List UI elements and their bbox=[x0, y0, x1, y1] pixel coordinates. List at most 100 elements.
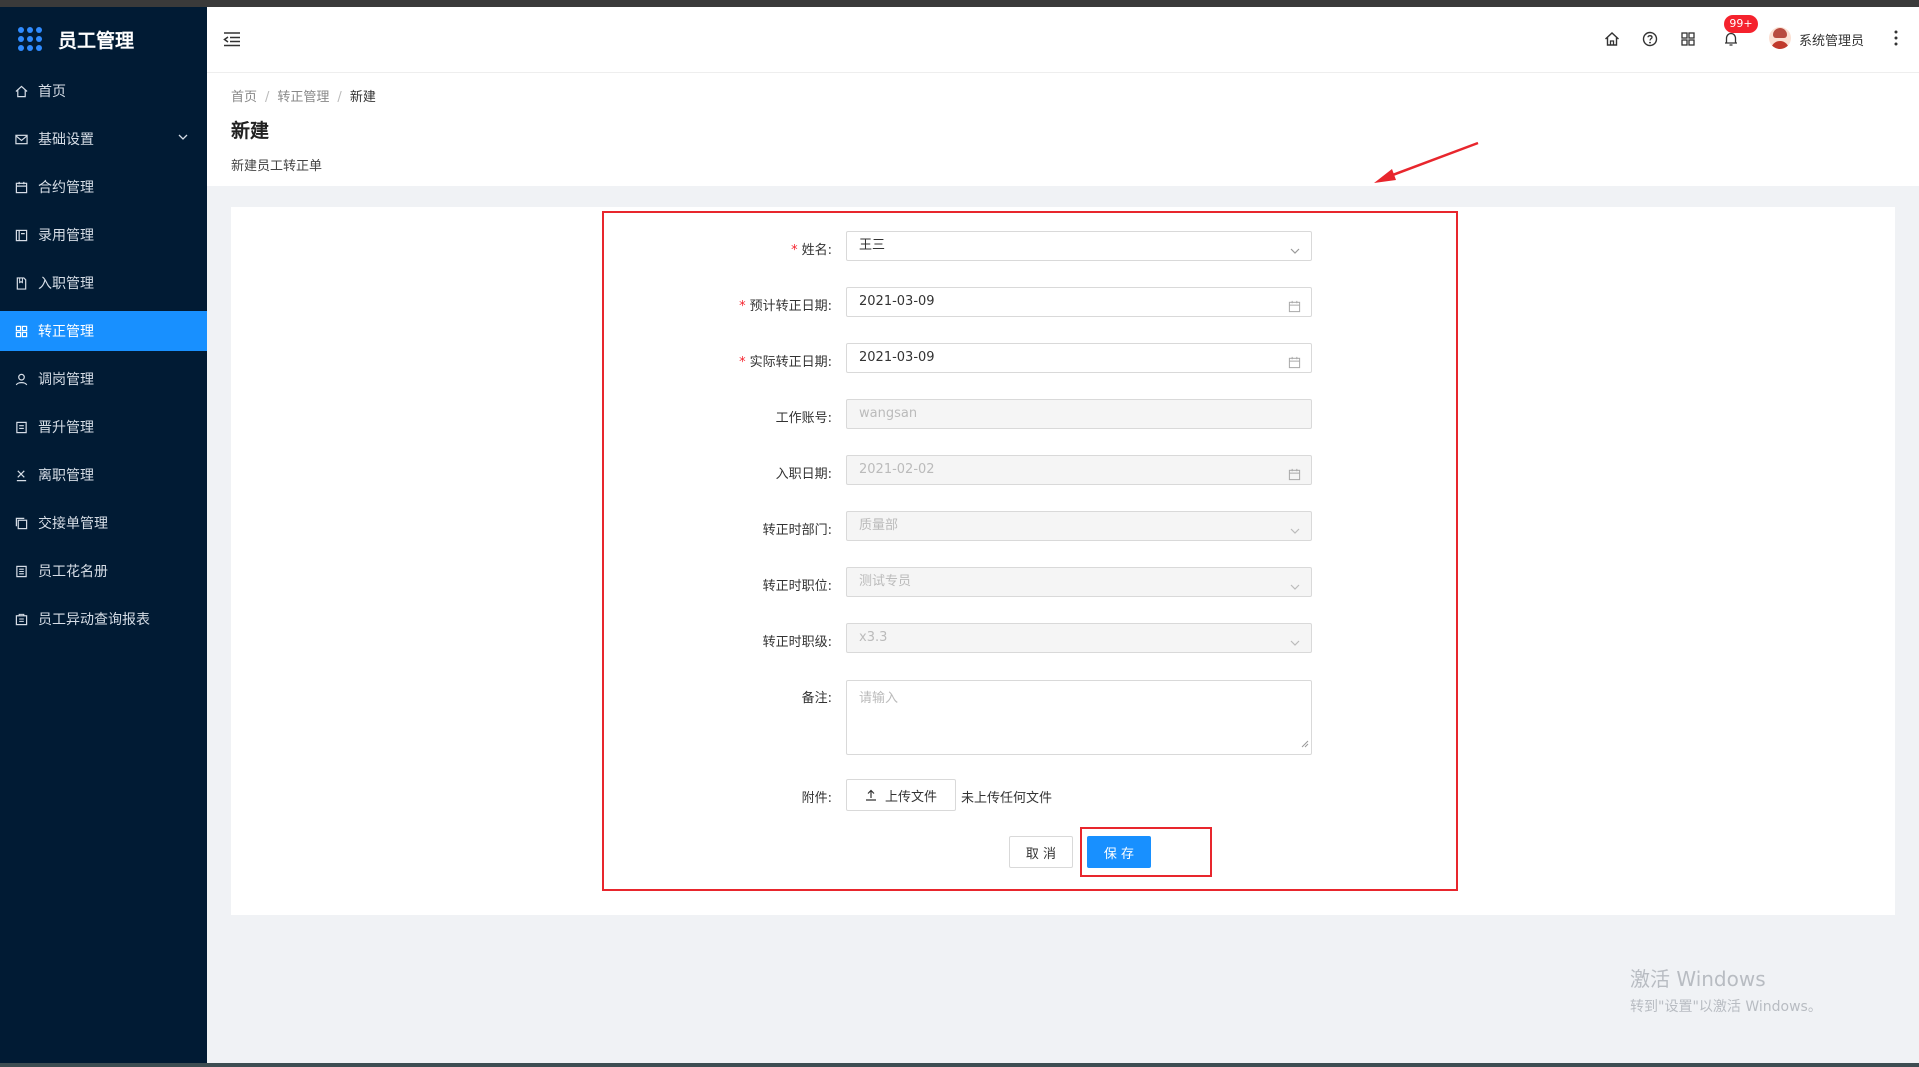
expected-date-picker[interactable]: 2021-03-09 bbox=[846, 287, 1312, 317]
actual-date-value: 2021-03-09 bbox=[859, 350, 935, 365]
page-header: 首页 / 转正管理 / 新建 新建 新建员工转正单 bbox=[207, 73, 1919, 186]
sidebar-item-label: 交接单管理 bbox=[38, 516, 108, 532]
help-icon[interactable] bbox=[1642, 31, 1658, 51]
home-icon[interactable] bbox=[1604, 31, 1620, 51]
notification-badge: 99+ bbox=[1724, 15, 1758, 33]
file-icon bbox=[14, 420, 28, 434]
mail-icon bbox=[14, 132, 28, 146]
sidebar-item-roster[interactable]: 员工花名册 bbox=[0, 551, 207, 591]
sidebar-item-change-report[interactable]: 员工异动查询报表 bbox=[0, 599, 207, 639]
home-icon bbox=[14, 84, 28, 98]
apps-logo-icon bbox=[18, 27, 42, 51]
taskbar-strip bbox=[0, 1063, 1919, 1067]
list-icon bbox=[14, 564, 28, 578]
sidebar-item-basic-settings[interactable]: 基础设置 bbox=[0, 119, 207, 159]
actual-date-picker[interactable]: 2021-03-09 bbox=[846, 343, 1312, 373]
breadcrumb-separator: / bbox=[265, 90, 270, 105]
page-subtitle: 新建员工转正单 bbox=[231, 159, 323, 174]
hire-date-picker[interactable]: 2021-02-02 bbox=[846, 455, 1312, 485]
breadcrumb-section[interactable]: 转正管理 bbox=[277, 90, 329, 105]
sidebar-item-label: 转正管理 bbox=[38, 324, 94, 340]
chevron-down-icon bbox=[177, 131, 189, 147]
name-select[interactable]: 王三 bbox=[846, 231, 1312, 261]
sidebar-item-hiring[interactable]: 录用管理 bbox=[0, 215, 207, 255]
department-select[interactable]: 质量部 bbox=[846, 511, 1312, 541]
report-icon bbox=[14, 612, 28, 626]
remark-label: 备注: bbox=[801, 691, 832, 706]
username[interactable]: 系统管理员 bbox=[1799, 30, 1864, 49]
breadcrumb-current: 新建 bbox=[349, 90, 376, 105]
chevron-down-icon bbox=[1289, 632, 1301, 660]
sidebar-item-label: 离职管理 bbox=[38, 468, 94, 484]
level-select[interactable]: x3.3 bbox=[846, 623, 1312, 653]
watermark-line-2: 转到"设置"以激活 Windows。 bbox=[1630, 999, 1822, 1015]
attachment-label: 附件: bbox=[801, 791, 832, 806]
expected-date-label: * 预计转正日期: bbox=[739, 299, 832, 314]
window-top-strip bbox=[0, 0, 1919, 7]
chevron-down-icon bbox=[1289, 240, 1301, 268]
upload-file-button[interactable]: 上传文件 bbox=[846, 779, 956, 811]
apps-grid-icon[interactable] bbox=[1680, 31, 1696, 51]
account-input[interactable]: wangsan bbox=[846, 399, 1312, 429]
sidebar-item-label: 调岗管理 bbox=[38, 372, 94, 388]
sidebar-item-label: 员工花名册 bbox=[38, 564, 108, 580]
position-select[interactable]: 测试专员 bbox=[846, 567, 1312, 597]
name-label: * 姓名: bbox=[791, 243, 832, 258]
hire-date-value: 2021-02-02 bbox=[859, 462, 935, 477]
upload-icon bbox=[865, 789, 876, 801]
windows-activation-watermark: 激活 Windows 转到"设置"以激活 Windows。 bbox=[1630, 963, 1822, 1016]
sidebar-item-regularization[interactable]: 转正管理 bbox=[0, 311, 207, 351]
save-button[interactable]: 保 存 bbox=[1087, 836, 1151, 868]
sidebar-menu: 首页 基础设置 合约管理 录用管理 入职管理 转正管理 调岗管理 晋升管理 离职… bbox=[0, 71, 207, 639]
sidebar-item-label: 入职管理 bbox=[38, 276, 94, 292]
upload-file-label: 上传文件 bbox=[884, 789, 937, 805]
page-title: 新建 bbox=[231, 120, 270, 142]
sidebar-item-handover[interactable]: 交接单管理 bbox=[0, 503, 207, 543]
top-header: 99+ 系统管理员 bbox=[207, 7, 1919, 73]
watermark-line-1: 激活 Windows bbox=[1630, 967, 1766, 991]
copy-icon bbox=[14, 516, 28, 530]
cancel-button[interactable]: 取 消 bbox=[1009, 836, 1073, 868]
position-label: 转正时职位: bbox=[762, 579, 832, 594]
more-vertical-icon[interactable] bbox=[1893, 29, 1899, 51]
required-mark: * bbox=[791, 243, 798, 258]
sidebar-item-label: 首页 bbox=[38, 84, 66, 100]
account-value: wangsan bbox=[859, 406, 918, 421]
calendar-icon bbox=[1288, 464, 1301, 492]
calendar-icon bbox=[1288, 296, 1301, 324]
sidebar-item-promotion[interactable]: 晋升管理 bbox=[0, 407, 207, 447]
sidebar-item-contracts[interactable]: 合约管理 bbox=[0, 167, 207, 207]
remark-placeholder: 请输入 bbox=[859, 691, 899, 706]
sidebar: 员工管理 首页 基础设置 合约管理 录用管理 入职管理 转正管理 调岗管理 晋升… bbox=[0, 7, 207, 1063]
sidebar-item-onboarding[interactable]: 入职管理 bbox=[0, 263, 207, 303]
sidebar-item-label: 员工异动查询报表 bbox=[38, 612, 150, 628]
required-mark: * bbox=[739, 299, 746, 314]
chevron-down-icon bbox=[1289, 576, 1301, 604]
remark-textarea[interactable]: 请输入 bbox=[846, 680, 1312, 755]
document-icon bbox=[14, 276, 28, 290]
avatar[interactable] bbox=[1769, 27, 1791, 49]
sidebar-item-home[interactable]: 首页 bbox=[0, 71, 207, 111]
actual-date-label: * 实际转正日期: bbox=[739, 355, 832, 370]
expected-date-value: 2021-03-09 bbox=[859, 294, 935, 309]
bell-icon[interactable] bbox=[1723, 31, 1739, 51]
menu-fold-icon[interactable] bbox=[223, 31, 241, 51]
sidebar-item-label: 基础设置 bbox=[38, 132, 94, 148]
level-value: x3.3 bbox=[859, 630, 888, 645]
hire-date-label: 入职日期: bbox=[775, 467, 832, 482]
user-icon bbox=[14, 372, 28, 386]
resize-handle-icon[interactable] bbox=[1301, 737, 1309, 752]
breadcrumb-home[interactable]: 首页 bbox=[231, 90, 257, 105]
sidebar-item-resignation[interactable]: 离职管理 bbox=[0, 455, 207, 495]
brand: 员工管理 bbox=[0, 7, 207, 71]
chevron-down-icon bbox=[1289, 520, 1301, 548]
name-value: 王三 bbox=[859, 238, 886, 253]
sidebar-item-transfer[interactable]: 调岗管理 bbox=[0, 359, 207, 399]
upload-hint: 未上传任何文件 bbox=[961, 791, 1053, 806]
breadcrumb: 首页 / 转正管理 / 新建 bbox=[231, 86, 376, 105]
sidebar-item-label: 录用管理 bbox=[38, 228, 94, 244]
sidebar-item-label: 合约管理 bbox=[38, 180, 94, 196]
calendar-icon bbox=[14, 180, 28, 194]
level-label: 转正时职级: bbox=[762, 635, 832, 650]
sidebar-item-label: 晋升管理 bbox=[38, 420, 94, 436]
